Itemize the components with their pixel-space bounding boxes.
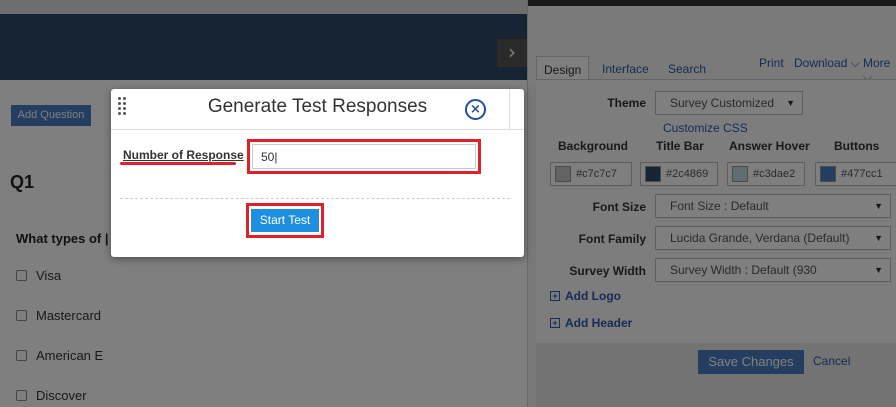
dashed-separator [120,198,510,199]
highlight-box: Start Test [246,203,324,238]
close-icon[interactable]: × [465,99,486,120]
dialog-title: Generate Test Responses [207,96,428,117]
number-of-response-input[interactable] [252,144,476,169]
dialog-divider [509,89,510,129]
highlight-box [247,139,481,174]
generate-test-responses-dialog: Generate Test Responses × Number of Resp… [111,89,524,257]
title-separator [111,129,524,130]
highlight-underline [120,162,236,165]
start-test-button[interactable]: Start Test [251,209,319,232]
number-of-response-label: Number of Response [123,148,244,162]
